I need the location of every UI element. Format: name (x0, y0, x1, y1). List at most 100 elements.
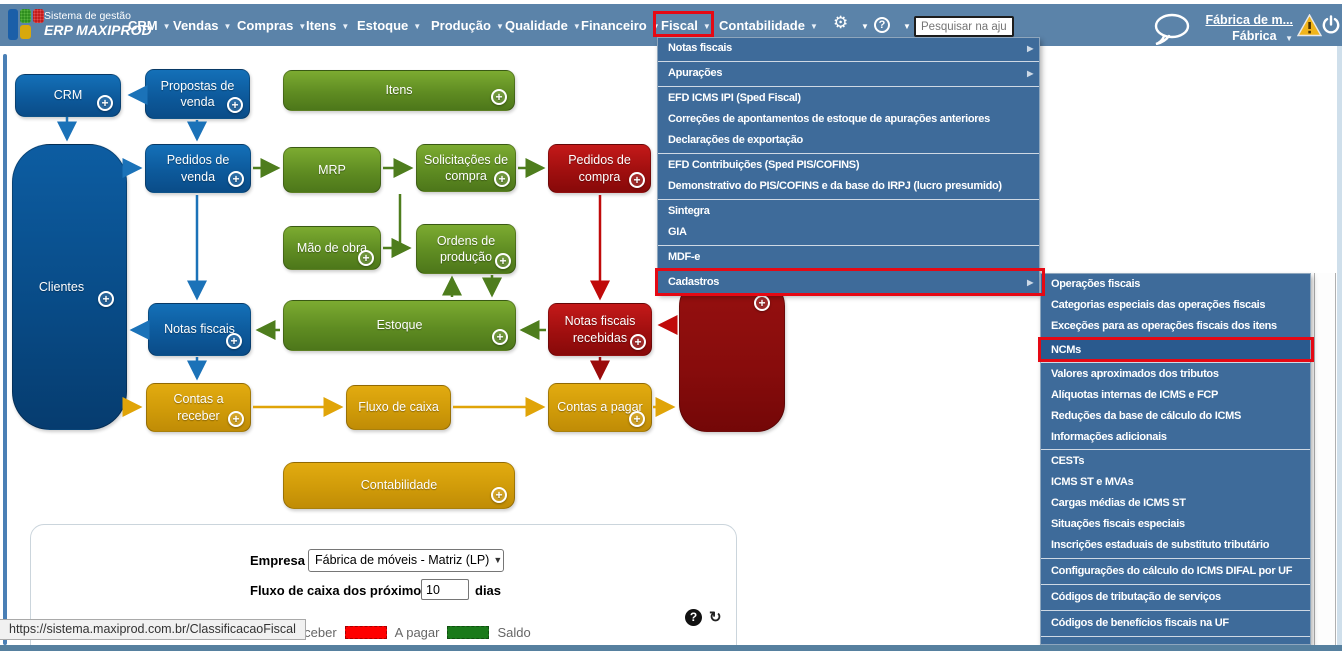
submenu-item-informacoes-adicionais[interactable]: Informações adicionais (1041, 427, 1310, 448)
node-estoque[interactable]: Estoque + (283, 300, 516, 351)
help-circle-icon[interactable]: ? (874, 17, 890, 33)
add-icon[interactable]: + (226, 333, 242, 349)
submenu-item-codigos-tributacao[interactable]: Códigos de tributação de serviços (1041, 587, 1310, 608)
add-icon[interactable]: + (630, 334, 646, 350)
fiscal-menu-item-mdf-e[interactable]: MDF-e (658, 247, 1039, 268)
menu-item-financeiro[interactable]: Financeiro ▼ (581, 18, 660, 33)
submenu-item-cests[interactable]: CESTs (1041, 451, 1310, 472)
submenu-item-ncms[interactable]: NCMs (1041, 340, 1310, 361)
submenu-item-categorias-especiais[interactable]: Categorias especiais das operações fisca… (1041, 295, 1310, 316)
add-icon[interactable]: + (494, 171, 510, 187)
fiscal-menu-item-sintegra[interactable]: Sintegra (658, 201, 1039, 222)
add-icon[interactable]: + (98, 291, 114, 307)
help-icon[interactable]: ? (685, 609, 702, 626)
user-link[interactable]: Fábrica de m... (1185, 12, 1293, 28)
fiscal-menu-item-efd-icms-ipi[interactable]: EFD ICMS IPI (Sped Fiscal) (658, 88, 1039, 109)
company-switcher[interactable]: Fábrica ▼ (1185, 28, 1293, 44)
gear-icon[interactable]: ⚙ (833, 13, 848, 33)
node-contas-a-receber[interactable]: Contas a receber + (146, 383, 251, 432)
empresa-select[interactable]: Fábrica de móveis - Matriz (LP) ▼ (308, 549, 504, 572)
submenu-scrollbar[interactable] (1314, 273, 1336, 645)
node-notas-fiscais-recebidas[interactable]: Notas fiscais recebidas + (548, 303, 652, 356)
node-notas-fiscais[interactable]: Notas fiscais + (148, 303, 251, 356)
submenu-item-inscricoes-estaduais[interactable]: Inscrições estaduais de substituto tribu… (1041, 535, 1310, 556)
node-label: Mão de obra (296, 240, 368, 255)
node-contas-a-pagar[interactable]: Contas a pagar + (548, 383, 652, 432)
submenu-item-configuracoes-difal[interactable]: Configurações do cálculo do ICMS DIFAL p… (1041, 561, 1310, 582)
search-input[interactable] (914, 16, 1014, 37)
node-pedidos-de-compra[interactable]: Pedidos de compra + (548, 144, 651, 193)
node-mrp[interactable]: MRP (283, 147, 381, 193)
fiscal-menu-item-demonstrativo-pis-cofins[interactable]: Demonstrativo do PIS/COFINS e da base do… (658, 176, 1039, 197)
add-icon[interactable]: + (491, 487, 507, 503)
days-input[interactable] (421, 579, 469, 600)
fiscal-menu-item-correcoes-apontamentos[interactable]: Correções de apontamentos de estoque de … (658, 109, 1039, 130)
add-icon[interactable]: + (97, 95, 113, 111)
warning-icon[interactable] (1297, 14, 1322, 37)
chevron-right-icon: ▶ (1027, 69, 1033, 78)
add-icon[interactable]: + (228, 171, 244, 187)
fiscal-menu-item-efd-contribuicoes[interactable]: EFD Contribuições (Sped PIS/COFINS) (658, 155, 1039, 176)
node-mao-de-obra[interactable]: Mão de obra + (283, 226, 381, 270)
add-icon[interactable]: + (629, 172, 645, 188)
submenu-item-aliquotas-internas[interactable]: Alíquotas internas de ICMS e FCP (1041, 385, 1310, 406)
submenu-item-operacoes-fiscais[interactable]: Operações fiscais (1041, 274, 1310, 295)
legend-swatch-a-pagar (344, 626, 387, 639)
chevron-down-icon: ▼ (223, 22, 232, 31)
submenu-item-cargas-medias[interactable]: Cargas médias de ICMS ST (1041, 493, 1310, 514)
menu-item-estoque[interactable]: Estoque ▼ (357, 18, 421, 33)
add-icon[interactable]: + (754, 295, 770, 311)
node-pedidos-de-venda[interactable]: Pedidos de venda + (145, 144, 251, 193)
refresh-icon[interactable]: ↻ (709, 608, 722, 626)
partially-hidden-red-box[interactable]: + (679, 278, 785, 432)
menu-item-producao[interactable]: Produção ▼ (431, 18, 504, 33)
add-icon[interactable]: + (629, 411, 645, 427)
menu-item-itens[interactable]: Itens ▼ (306, 18, 349, 33)
add-icon[interactable]: + (358, 250, 374, 266)
frame-left-border (3, 54, 7, 645)
node-itens[interactable]: Itens + (283, 70, 515, 111)
node-label: Clientes (38, 279, 85, 294)
node-ordens-de-producao[interactable]: Ordens de produção + (416, 224, 516, 274)
submenu-item-valores-aproximados[interactable]: Valores aproximados dos tributos (1041, 364, 1310, 385)
menu-item-vendas[interactable]: Vendas ▼ (173, 18, 231, 33)
submenu-item-excecoes-operacoes[interactable]: Exceções para as operações fiscais dos i… (1041, 316, 1310, 337)
chevron-down-icon: ▼ (809, 22, 818, 31)
submenu-item-reducoes-base-calculo[interactable]: Reduções da base de cálculo do ICMS (1041, 406, 1310, 427)
add-icon[interactable]: + (227, 97, 243, 113)
add-icon[interactable]: + (491, 89, 507, 105)
menu-item-compras[interactable]: Compras ▼ (237, 18, 306, 33)
frame-right-edge (1337, 46, 1342, 645)
fiscal-menu-item-notas-fiscais[interactable]: Notas fiscais ▶ (658, 38, 1039, 59)
fiscal-menu-item-apuracoes[interactable]: Apurações ▶ (658, 63, 1039, 84)
node-contabilidade[interactable]: Contabilidade + (283, 462, 515, 509)
chevron-down-icon: ▼ (572, 22, 581, 31)
node-fluxo-de-caixa[interactable]: Fluxo de caixa (346, 385, 451, 430)
node-solicitacoes-de-compra[interactable]: Solicitações de compra + (416, 144, 516, 192)
app-root: CRM + Propostas de venda + Itens + Clien… (0, 0, 1342, 651)
node-crm[interactable]: CRM + (15, 74, 121, 117)
submenu-item-icms-st-mvas[interactable]: ICMS ST e MVAs (1041, 472, 1310, 493)
power-icon[interactable] (1322, 15, 1341, 36)
chevron-down-icon: ▼ (1285, 34, 1293, 44)
user-block: Fábrica de m... Fábrica ▼ (1185, 12, 1293, 45)
submenu-item-codigos-beneficios[interactable]: Códigos de benefícios fiscais na UF (1041, 613, 1310, 634)
fiscal-menu-item-cadastros[interactable]: Cadastros ▶ (658, 272, 1039, 293)
fiscal-menu-item-declaracoes-exportacao[interactable]: Declarações de exportação (658, 130, 1039, 151)
menu-item-qualidade[interactable]: Qualidade ▼ (505, 18, 581, 33)
menu-item-crm[interactable]: CRM ▼ (128, 18, 171, 33)
add-icon[interactable]: + (492, 329, 508, 345)
chevron-down-icon[interactable]: ▼ (861, 22, 869, 31)
chevron-right-icon: ▶ (1027, 278, 1033, 287)
chevron-down-icon[interactable]: ▼ (903, 22, 911, 31)
menu-item-contabilidade[interactable]: Contabilidade ▼ (719, 18, 818, 33)
fiscal-menu-item-gia[interactable]: GIA (658, 222, 1039, 243)
node-propostas-de-venda[interactable]: Propostas de venda + (145, 69, 250, 119)
node-clientes[interactable]: Clientes + (12, 144, 127, 430)
node-label: Fluxo de caixa (358, 400, 439, 415)
maxiprod-logo-icon (8, 9, 44, 40)
submenu-item-situacoes-fiscais[interactable]: Situações fiscais especiais (1041, 514, 1310, 535)
add-icon[interactable]: + (228, 411, 244, 427)
menu-item-fiscal[interactable]: Fiscal ▼ (661, 18, 711, 33)
add-icon[interactable]: + (495, 253, 511, 269)
